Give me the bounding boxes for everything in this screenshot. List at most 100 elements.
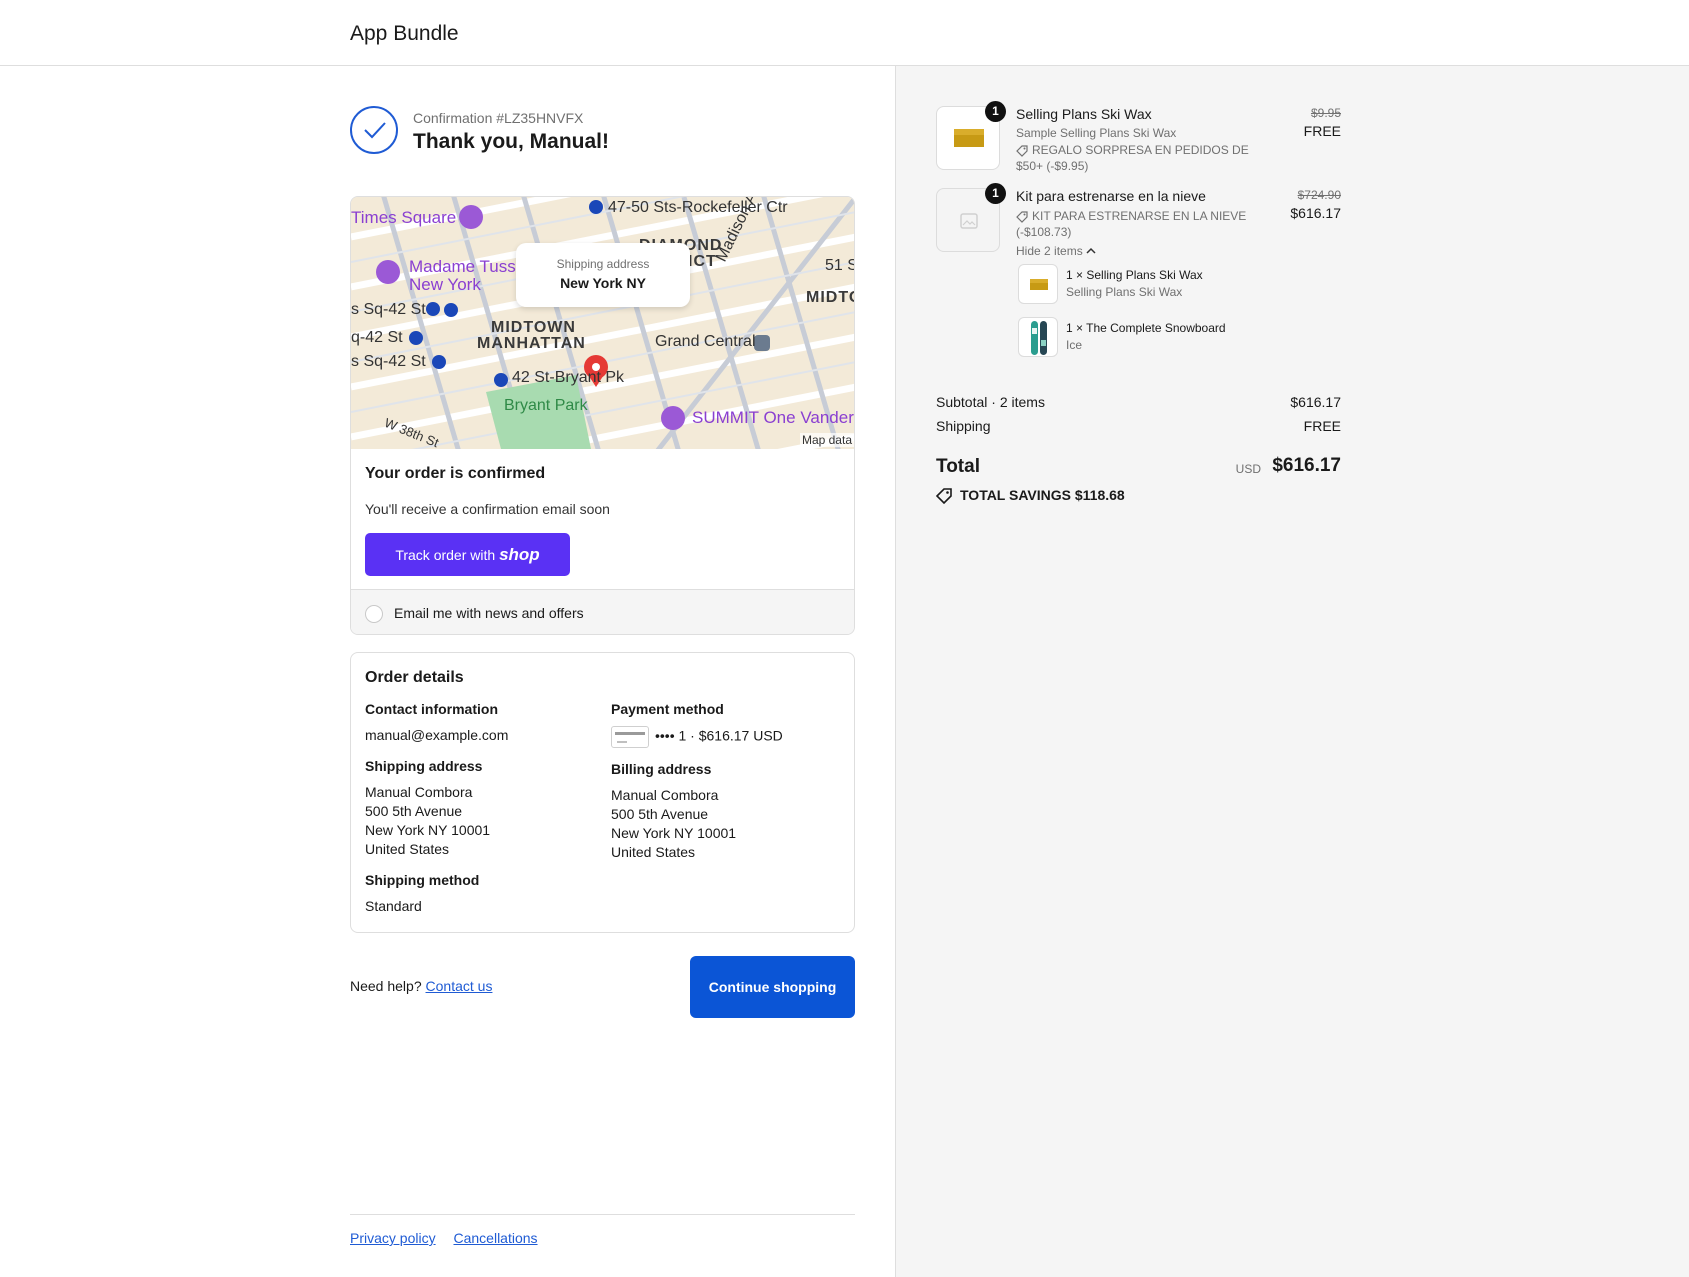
map-label-times-square: Times Square xyxy=(351,208,457,227)
email-opt-in-checkbox[interactable] xyxy=(365,605,383,623)
payment-heading: Payment method xyxy=(611,701,724,717)
order-details-card: Order details Contact information manual… xyxy=(350,652,855,933)
order-summary: 1 Selling Plans Ski Wax Sample Selling P… xyxy=(936,101,1341,504)
line-item: 1 Selling Plans Ski Wax Sample Selling P… xyxy=(936,101,1341,188)
footer-links: Privacy policy Cancellations xyxy=(350,1230,552,1246)
track-label: Track order with xyxy=(395,546,496,563)
shipping-address-line: United States xyxy=(365,841,450,857)
continue-shopping-button[interactable]: Continue shopping xyxy=(690,956,855,1018)
item-subtitle: Sample Selling Plans Ski Wax xyxy=(1016,126,1177,140)
map-label-summit: SUMMIT One Vander xyxy=(692,408,854,427)
hide-items-label: Hide 2 items xyxy=(1016,244,1083,258)
shipping-address-popup: Shipping address New York NY xyxy=(516,243,690,307)
billing-address-line: United States xyxy=(611,844,696,860)
shipping-method: Standard xyxy=(365,898,422,914)
privacy-policy-link[interactable]: Privacy policy xyxy=(350,1230,436,1246)
quantity-badge: 1 xyxy=(985,183,1006,204)
map-label-madame: Madame Tuss xyxy=(409,257,516,276)
shipping-address-line: 500 5th Avenue xyxy=(365,803,463,819)
shipping-method-heading: Shipping method xyxy=(365,872,480,888)
total-label: Total xyxy=(936,456,980,477)
line-item: 1 Kit para estrenarse en la nieve KIT PA… xyxy=(936,183,1341,378)
help-row: Need help? Contact us Continue shopping xyxy=(350,956,855,1018)
original-price: $724.90 xyxy=(1297,188,1341,202)
component-thumbnail xyxy=(1018,317,1058,357)
shipping-value: FREE xyxy=(1303,418,1341,434)
shipping-address-heading: Shipping address xyxy=(365,758,483,774)
map-label-sq42-c: s Sq-42 St xyxy=(351,353,426,370)
billing-address-line: New York NY 10001 xyxy=(611,825,737,841)
chevron-up-icon xyxy=(1086,247,1096,254)
help-text: Need help? Contact us xyxy=(350,978,492,994)
total-value: $616.17 xyxy=(1272,455,1341,476)
header: App Bundle xyxy=(0,0,1689,66)
check-circle-icon xyxy=(350,106,398,154)
details-left-column: Contact information manual@example.com S… xyxy=(365,701,595,929)
details-right-column: Payment method •••• 1 · $616.17 USD Bill… xyxy=(611,701,841,875)
tag-icon xyxy=(936,488,952,504)
map-label-new-york: New York xyxy=(409,275,481,294)
credit-card-icon xyxy=(611,726,649,748)
component-variant: Selling Plans Ski Wax xyxy=(1066,285,1183,299)
component-variant: Ice xyxy=(1066,338,1083,352)
contact-us-link[interactable]: Contact us xyxy=(426,978,493,994)
cancellations-link[interactable]: Cancellations xyxy=(453,1230,537,1246)
map-label-bryant-station: 42 St-Bryant Pk xyxy=(512,369,625,386)
contact-email: manual@example.com xyxy=(365,727,509,743)
item-name: Selling Plans Ski Wax xyxy=(1016,106,1152,122)
track-order-button[interactable]: Track order with shop xyxy=(365,533,570,576)
discount-text: KIT PARA ESTRENARSE EN LA NIEVE (-$108.7… xyxy=(1016,209,1247,239)
map-label-sq42-a: s Sq-42 St xyxy=(351,301,426,318)
map-label-grand-central: Grand Central xyxy=(655,333,756,350)
total-row: Total USD $616.17 xyxy=(936,452,1341,486)
map-label-manhattan: MANHATTAN xyxy=(477,335,586,352)
component-thumbnail xyxy=(1018,264,1058,304)
status-title: Your order is confirmed xyxy=(365,465,546,482)
billing-address-line: 500 5th Avenue xyxy=(611,806,709,822)
tag-icon xyxy=(1016,145,1028,157)
status-body: Your order is confirmed You'll receive a… xyxy=(351,449,854,589)
map-label-midtown-right: MIDTO xyxy=(806,289,854,306)
discount-text: REGALO SORPRESA EN PEDIDOS DE $50+ (-$9.… xyxy=(1016,143,1249,173)
shipping-map[interactable]: Times Square 47-50 Sts-Rockefeller Ctr D… xyxy=(351,197,855,449)
hide-items-toggle[interactable]: Hide 2 items xyxy=(1016,244,1096,258)
billing-heading: Billing address xyxy=(611,761,712,777)
subtotal-row: Subtotal · 2 items $616.17 xyxy=(936,394,1341,418)
map-label-rockefeller: 47-50 Sts-Rockefeller Ctr xyxy=(608,199,788,216)
email-opt-in-label[interactable]: Email me with news and offers xyxy=(394,605,584,621)
confirmation-number: Confirmation #LZ35HNVFX xyxy=(413,110,584,126)
subtotal-label: Subtotal · 2 items xyxy=(936,394,1045,410)
shop-logo: shop xyxy=(499,544,540,564)
total-savings-text: TOTAL SAVINGS $118.68 xyxy=(960,487,1125,503)
store-name[interactable]: App Bundle xyxy=(350,22,459,46)
popup-title: Shipping address xyxy=(556,257,650,271)
map-label-51st: 51 S xyxy=(825,257,855,274)
footer-divider xyxy=(350,1214,855,1215)
totals: Subtotal · 2 items $616.17 Shipping FREE… xyxy=(936,394,1341,508)
item-discount: REGALO SORPRESA EN PEDIDOS DE $50+ (-$9.… xyxy=(1016,142,1276,174)
map-attribution[interactable]: Map data xyxy=(799,433,854,447)
subtotal-value: $616.17 xyxy=(1290,394,1341,410)
total-savings: TOTAL SAVINGS $118.68 xyxy=(936,486,1341,508)
item-discount: KIT PARA ESTRENARSE EN LA NIEVE (-$108.7… xyxy=(1016,208,1276,240)
bundle-component: 1 × The Complete Snowboard Ice xyxy=(1018,317,1338,361)
shipping-row: Shipping FREE xyxy=(936,418,1341,442)
final-price: $616.17 xyxy=(1290,205,1341,221)
ski-wax-image xyxy=(1030,279,1048,290)
order-summary-panel: 1 Selling Plans Ski Wax Sample Selling P… xyxy=(895,66,1689,1277)
tag-icon xyxy=(1016,211,1028,223)
item-name: Kit para estrenarse en la nieve xyxy=(1016,188,1206,204)
original-price: $9.95 xyxy=(1310,106,1341,120)
order-status-card: Times Square 47-50 Sts-Rockefeller Ctr D… xyxy=(350,196,855,635)
shipping-address-line: New York NY 10001 xyxy=(365,822,491,838)
component-name: 1 × Selling Plans Ski Wax xyxy=(1066,268,1203,282)
popup-value: New York NY xyxy=(560,275,646,291)
bundle-component: 1 × Selling Plans Ski Wax Selling Plans … xyxy=(1018,264,1338,308)
snowboard-image xyxy=(1031,321,1047,355)
final-price: FREE xyxy=(1303,123,1341,139)
shipping-label: Shipping xyxy=(936,418,991,434)
confirmation-heading: Confirmation #LZ35HNVFX Thank you, Manua… xyxy=(350,106,855,158)
component-name: 1 × The Complete Snowboard xyxy=(1066,321,1226,335)
email-opt-in-row[interactable]: Email me with news and offers xyxy=(351,589,854,634)
shipping-address-line: Manual Combora xyxy=(365,784,473,800)
